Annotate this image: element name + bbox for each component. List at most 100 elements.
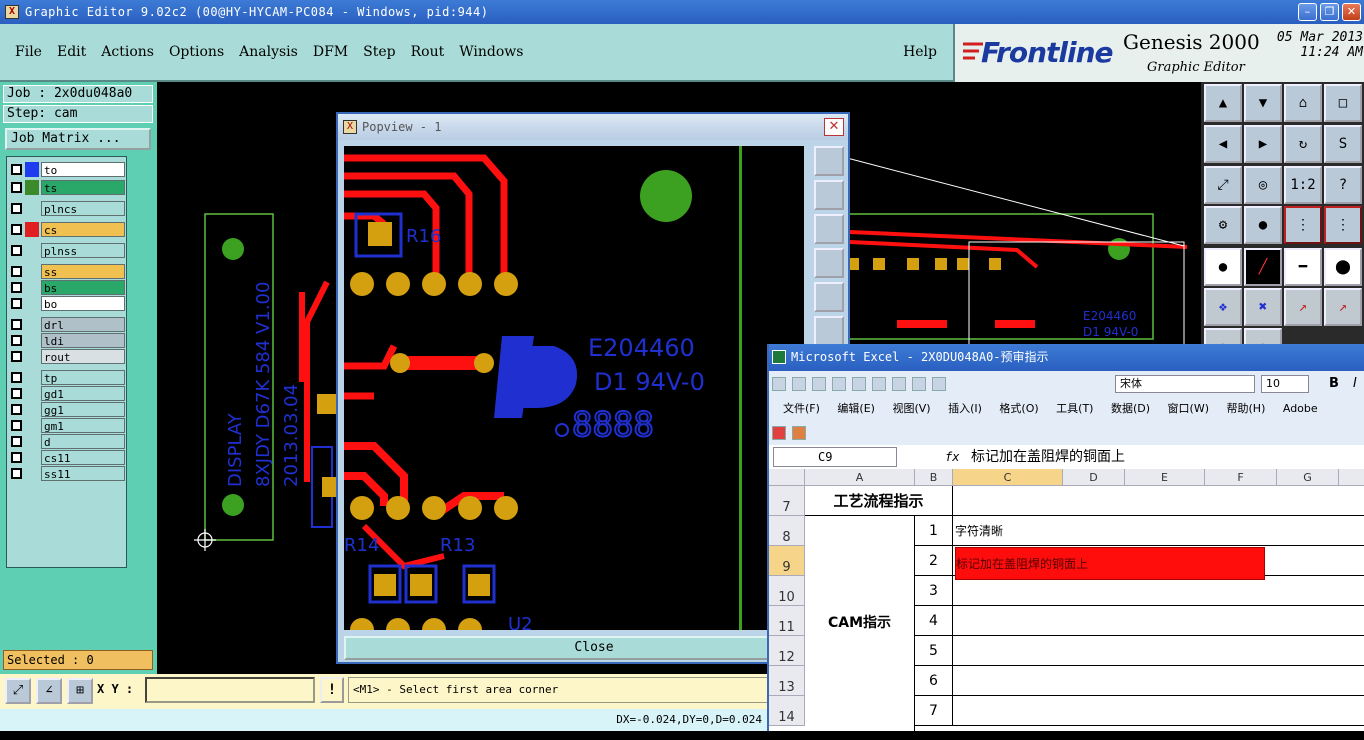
layer-name[interactable]: cs11 [41, 450, 125, 465]
layer-color-swatch[interactable] [25, 201, 39, 216]
popview-close-icon[interactable]: ✕ [824, 118, 844, 136]
popview-fit-icon[interactable] [814, 316, 844, 346]
menu-actions[interactable]: Actions [101, 44, 154, 60]
print-icon[interactable] [832, 377, 846, 391]
tool-zoom-center-icon[interactable]: ◎ [1244, 166, 1282, 204]
excel-menu-view[interactable]: 视图(V) [892, 402, 930, 415]
tool-window-icon[interactable]: □ [1324, 84, 1362, 122]
layer-cs11[interactable]: cs11 [9, 450, 126, 465]
layer-bs[interactable]: bs [9, 280, 126, 295]
layer-color-swatch[interactable] [25, 402, 39, 417]
new-icon[interactable] [772, 377, 786, 391]
cell-a-cam[interactable]: CAM指示 [805, 516, 915, 731]
close-window-button[interactable]: ✕ [1342, 3, 1361, 21]
layer-name[interactable]: cs [41, 222, 125, 237]
col-header-e[interactable]: E [1125, 469, 1205, 486]
layer-color-swatch[interactable] [25, 264, 39, 279]
tool-down-icon[interactable]: ▼ [1244, 84, 1282, 122]
layer-color-swatch[interactable] [25, 317, 39, 332]
col-header-d[interactable]: D [1063, 469, 1125, 486]
excel-menu-tools[interactable]: 工具(T) [1056, 402, 1093, 415]
menu-file[interactable]: File [15, 44, 42, 60]
col-header-b[interactable]: B [915, 469, 953, 486]
layer-checkbox[interactable] [11, 351, 22, 362]
layer-checkbox[interactable] [11, 319, 22, 330]
menu-edit[interactable]: Edit [57, 44, 86, 60]
cell-b12[interactable]: 5 [915, 636, 953, 666]
layer-checkbox[interactable] [11, 182, 22, 193]
col-header-f[interactable]: F [1205, 469, 1277, 486]
layer-checkbox[interactable] [11, 372, 22, 383]
excel-menu-window[interactable]: 窗口(W) [1168, 402, 1209, 415]
col-header-g[interactable]: G [1277, 469, 1339, 486]
tool-zoom-fit-icon[interactable]: ⤢ [1204, 166, 1242, 204]
menu-help[interactable]: Help [903, 44, 937, 60]
col-header-c[interactable]: C [953, 469, 1063, 486]
layer-name[interactable]: tp [41, 370, 125, 385]
bold-button[interactable]: B [1329, 371, 1339, 397]
cell-b10[interactable]: 3 [915, 576, 953, 606]
tool-palette-icon[interactable]: ⚙ [1204, 206, 1242, 244]
menu-options[interactable]: Options [169, 44, 224, 60]
excel-menu-adobe[interactable]: Adobe [1283, 402, 1318, 415]
layer-checkbox[interactable] [11, 282, 22, 293]
layer-name[interactable]: ss11 [41, 466, 125, 481]
row-header-8[interactable]: 8 [769, 516, 805, 546]
italic-button[interactable]: I [1353, 371, 1357, 397]
grid-icon[interactable]: ⊞ [67, 678, 93, 704]
layer-checkbox[interactable] [11, 420, 22, 431]
tool-help-icon[interactable]: ? [1324, 166, 1362, 204]
layer-to[interactable]: to [9, 162, 126, 177]
layer-drl[interactable]: drl [9, 317, 126, 332]
layer-name[interactable]: ss [41, 264, 125, 279]
cell-b13[interactable]: 6 [915, 666, 953, 696]
minimize-button[interactable]: – [1298, 3, 1317, 21]
tool-dot-icon[interactable]: ⬤ [1324, 248, 1362, 286]
cell-b11[interactable]: 4 [915, 606, 953, 636]
maximize-button[interactable]: ❐ [1320, 3, 1339, 21]
layer-gd1[interactable]: gd1 [9, 386, 126, 401]
spreadsheet-grid[interactable]: A B C D E F G 7 8 9 10 11 12 13 14 工艺流程指… [769, 469, 1364, 731]
cell-c8[interactable]: 字符清晰 [953, 516, 1364, 546]
excel-menu-help[interactable]: 帮助(H) [1227, 402, 1266, 415]
font-select[interactable]: 宋体 [1115, 375, 1255, 393]
popview-right-icon[interactable] [814, 282, 844, 312]
layer-name[interactable]: plnss [41, 243, 125, 258]
cell-c11[interactable] [953, 606, 1364, 636]
layer-checkbox[interactable] [11, 404, 22, 415]
tool-diag-icon[interactable]: ↗ [1284, 288, 1322, 326]
col-header-more[interactable] [1339, 469, 1364, 486]
layer-checkbox[interactable] [11, 164, 22, 175]
layer-color-swatch[interactable] [25, 434, 39, 449]
row-header-7[interactable]: 7 [769, 486, 805, 516]
layer-color-swatch[interactable] [25, 296, 39, 311]
layer-name[interactable]: drl [41, 317, 125, 332]
name-box[interactable]: C9 [773, 447, 897, 467]
help-icon[interactable] [932, 377, 946, 391]
layer-color-swatch[interactable] [25, 280, 39, 295]
tool-redo-icon[interactable]: ↻ [1284, 125, 1322, 163]
excel-menu-file[interactable]: 文件(F) [783, 402, 820, 415]
layer-ts[interactable]: ts [9, 180, 126, 195]
cell-b14[interactable]: 7 [915, 696, 953, 726]
layer-name[interactable]: to [41, 162, 125, 177]
menu-dfm[interactable]: DFM [313, 44, 348, 60]
layer-name[interactable]: bs [41, 280, 125, 295]
tool-swap-icon[interactable]: S [1324, 125, 1362, 163]
alert-button[interactable]: ! [320, 677, 344, 703]
layer-color-swatch[interactable] [25, 386, 39, 401]
layer-name[interactable]: gg1 [41, 402, 125, 417]
row-header-12[interactable]: 12 [769, 636, 805, 666]
cell-a7[interactable]: 工艺流程指示 [805, 486, 953, 516]
cell-c7[interactable] [953, 486, 1364, 516]
tool-left-icon[interactable]: ◀ [1204, 125, 1242, 163]
layer-name[interactable]: ldi [41, 333, 125, 348]
sum-icon[interactable] [912, 377, 926, 391]
layer-checkbox[interactable] [11, 468, 22, 479]
layer-color-swatch[interactable] [25, 222, 39, 237]
layer-name[interactable]: gm1 [41, 418, 125, 433]
layer-gg1[interactable]: gg1 [9, 402, 126, 417]
popview-left-icon[interactable] [814, 248, 844, 278]
menu-step[interactable]: Step [363, 44, 395, 60]
tool-house-icon[interactable]: ⌂ [1284, 84, 1322, 122]
